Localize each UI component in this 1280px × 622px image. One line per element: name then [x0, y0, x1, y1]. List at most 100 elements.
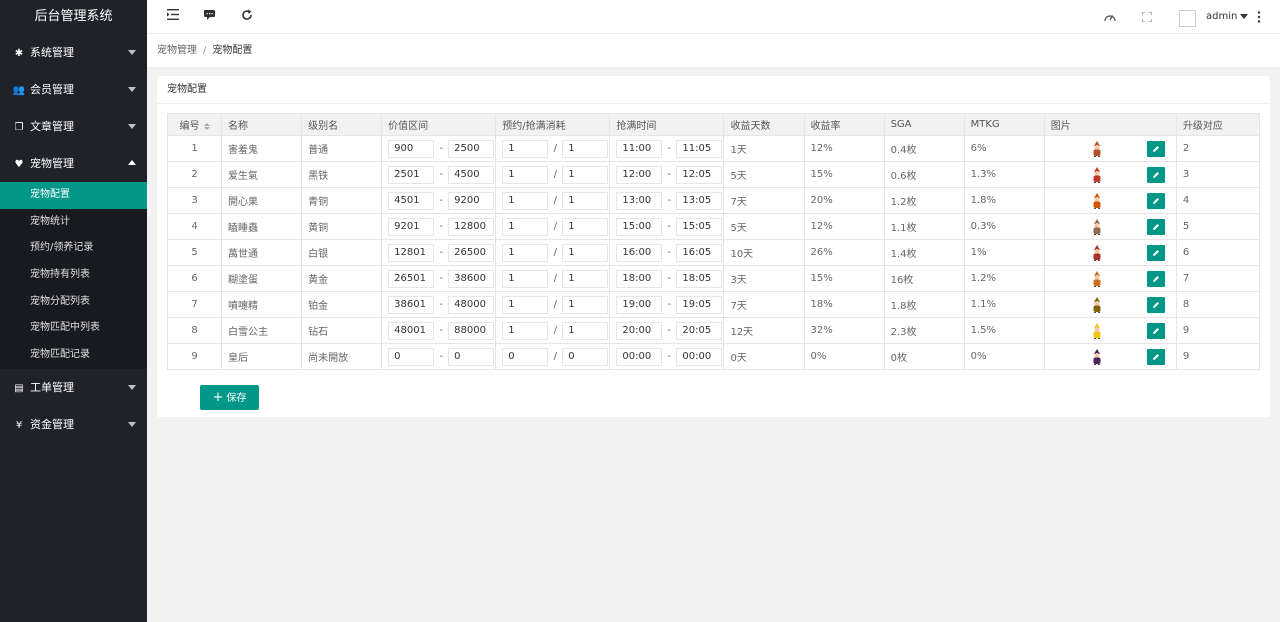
top-header: admin [147, 0, 1280, 34]
pencil-icon [1152, 327, 1159, 334]
sort-icon[interactable] [203, 122, 210, 130]
cost-grab-input[interactable]: 1 [562, 321, 609, 340]
time-start-input[interactable]: 00:00 [616, 347, 663, 366]
theme-icon[interactable] [1104, 11, 1116, 25]
time-end-input[interactable]: 15:05 [676, 217, 723, 236]
time-start-input[interactable]: 12:00 [616, 165, 663, 184]
sidebar-menu-0[interactable]: ✱ 系统管理 [0, 34, 147, 71]
sidebar-menu-1[interactable]: 👥 会员管理 [0, 71, 147, 108]
cost-grab-input[interactable]: 0 [562, 347, 609, 366]
value-max-input[interactable]: 2500 [448, 139, 495, 158]
sidebar-subitem-6[interactable]: 宠物匹配记录 [0, 342, 147, 369]
time-end-input[interactable]: 12:05 [676, 165, 723, 184]
cell-upgrade: 9 [1175, 317, 1261, 344]
cost-grab-input[interactable]: 1 [562, 191, 609, 210]
cost-grab-input[interactable]: 1 [562, 139, 609, 158]
sidebar-menu-3[interactable]: ♥ 宠物管理 [0, 145, 147, 182]
value-max-input[interactable]: 38600 [448, 269, 495, 288]
value-max-input[interactable]: 12800 [448, 217, 495, 236]
user-name: admin [1206, 11, 1238, 22]
cost-reserve-input[interactable]: 1 [502, 165, 549, 184]
pencil-icon [1152, 249, 1159, 256]
save-button[interactable]: + 保存 [200, 385, 259, 410]
value-max-input[interactable]: 88000 [448, 321, 495, 340]
sidebar-subitem-4[interactable]: 宠物分配列表 [0, 289, 147, 316]
cost-reserve-input[interactable]: 1 [502, 295, 549, 314]
edit-image-button[interactable] [1146, 348, 1165, 365]
value-min-input[interactable]: 26501 [388, 269, 435, 288]
time-start-input[interactable]: 19:00 [616, 295, 663, 314]
chevron-down-icon [128, 421, 136, 427]
value-min-input[interactable]: 12801 [388, 243, 435, 262]
cost-grab-input[interactable]: 1 [562, 243, 609, 262]
edit-image-button[interactable] [1146, 218, 1165, 235]
cost-reserve-input[interactable]: 1 [502, 269, 549, 288]
sidebar-subitem-1[interactable]: 宠物统计 [0, 209, 147, 236]
cost-reserve-input[interactable]: 1 [502, 191, 549, 210]
time-end-input[interactable]: 19:05 [676, 295, 723, 314]
cost-grab-input[interactable]: 1 [562, 165, 609, 184]
value-max-input[interactable]: 0 [448, 347, 495, 366]
value-max-input[interactable]: 26500 [448, 243, 495, 262]
fullscreen-icon[interactable] [1141, 11, 1153, 25]
cell-image [1043, 239, 1177, 266]
edit-image-button[interactable] [1146, 140, 1165, 157]
value-max-input[interactable]: 48000 [448, 295, 495, 314]
sidebar-menu-label: 资金管理 [30, 417, 74, 431]
message-icon[interactable] [204, 9, 215, 23]
cost-reserve-input[interactable]: 1 [502, 321, 549, 340]
edit-image-button[interactable] [1146, 244, 1165, 261]
time-end-input[interactable]: 11:05 [676, 139, 723, 158]
chevron-down-icon [128, 50, 136, 55]
more-icon[interactable] [1257, 11, 1261, 26]
column-header: 预约/抢满消耗 [495, 113, 611, 136]
menu-toggle-icon[interactable] [167, 9, 179, 23]
value-min-input[interactable]: 38601 [388, 295, 435, 314]
value-min-input[interactable]: 9201 [388, 217, 435, 236]
cost-grab-input[interactable]: 1 [562, 295, 609, 314]
edit-image-button[interactable] [1146, 166, 1165, 183]
edit-image-button[interactable] [1146, 192, 1165, 209]
edit-image-button[interactable] [1146, 322, 1165, 339]
value-max-input[interactable]: 4500 [448, 165, 495, 184]
sidebar-subitem-0[interactable]: 宠物配置 [0, 182, 147, 209]
value-max-input[interactable]: 9200 [448, 191, 495, 210]
time-start-input[interactable]: 13:00 [616, 191, 663, 210]
cell-mtkg: 1.5% [963, 317, 1045, 344]
time-end-input[interactable]: 20:05 [676, 321, 723, 340]
cost-grab-input[interactable]: 1 [562, 217, 609, 236]
refresh-icon[interactable] [241, 9, 253, 24]
time-end-input[interactable]: 13:05 [676, 191, 723, 210]
time-start-input[interactable]: 16:00 [616, 243, 663, 262]
value-min-input[interactable]: 48001 [388, 321, 435, 340]
time-start-input[interactable]: 15:00 [616, 217, 663, 236]
breadcrumb-parent[interactable]: 宠物管理 [157, 45, 197, 56]
column-header[interactable]: 编号 [166, 113, 223, 136]
value-min-input[interactable]: 0 [388, 347, 435, 366]
time-end-input[interactable]: 16:05 [676, 243, 723, 262]
cost-reserve-input[interactable]: 1 [502, 243, 549, 262]
edit-image-button[interactable] [1146, 296, 1165, 313]
time-end-input[interactable]: 18:05 [676, 269, 723, 288]
time-end-input[interactable]: 00:00 [676, 347, 723, 366]
value-min-input[interactable]: 4501 [388, 191, 435, 210]
sidebar-subitem-2[interactable]: 预约/领养记录 [0, 235, 147, 262]
value-min-input[interactable]: 900 [388, 139, 435, 158]
sidebar-subitem-5[interactable]: 宠物匹配中列表 [0, 315, 147, 342]
breadcrumb-current: 宠物配置 [212, 45, 253, 56]
cost-reserve-input[interactable]: 0 [502, 347, 549, 366]
value-min-input[interactable]: 2501 [388, 165, 435, 184]
sidebar-menu-5[interactable]: ¥ 资金管理 [0, 406, 147, 443]
user-avatar[interactable] [1179, 10, 1196, 27]
cost-reserve-input[interactable]: 1 [502, 139, 549, 158]
sidebar-menu-2[interactable]: ❐ 文章管理 [0, 108, 147, 145]
cost-grab-input[interactable]: 1 [562, 269, 609, 288]
sidebar-menu-4[interactable]: ▤ 工单管理 [0, 369, 147, 406]
time-start-input[interactable]: 20:00 [616, 321, 663, 340]
edit-image-button[interactable] [1146, 270, 1165, 287]
time-start-input[interactable]: 18:00 [616, 269, 663, 288]
user-menu[interactable]: admin [1206, 0, 1249, 34]
sidebar-subitem-3[interactable]: 宠物持有列表 [0, 262, 147, 289]
cost-reserve-input[interactable]: 1 [502, 217, 549, 236]
time-start-input[interactable]: 11:00 [616, 139, 663, 158]
